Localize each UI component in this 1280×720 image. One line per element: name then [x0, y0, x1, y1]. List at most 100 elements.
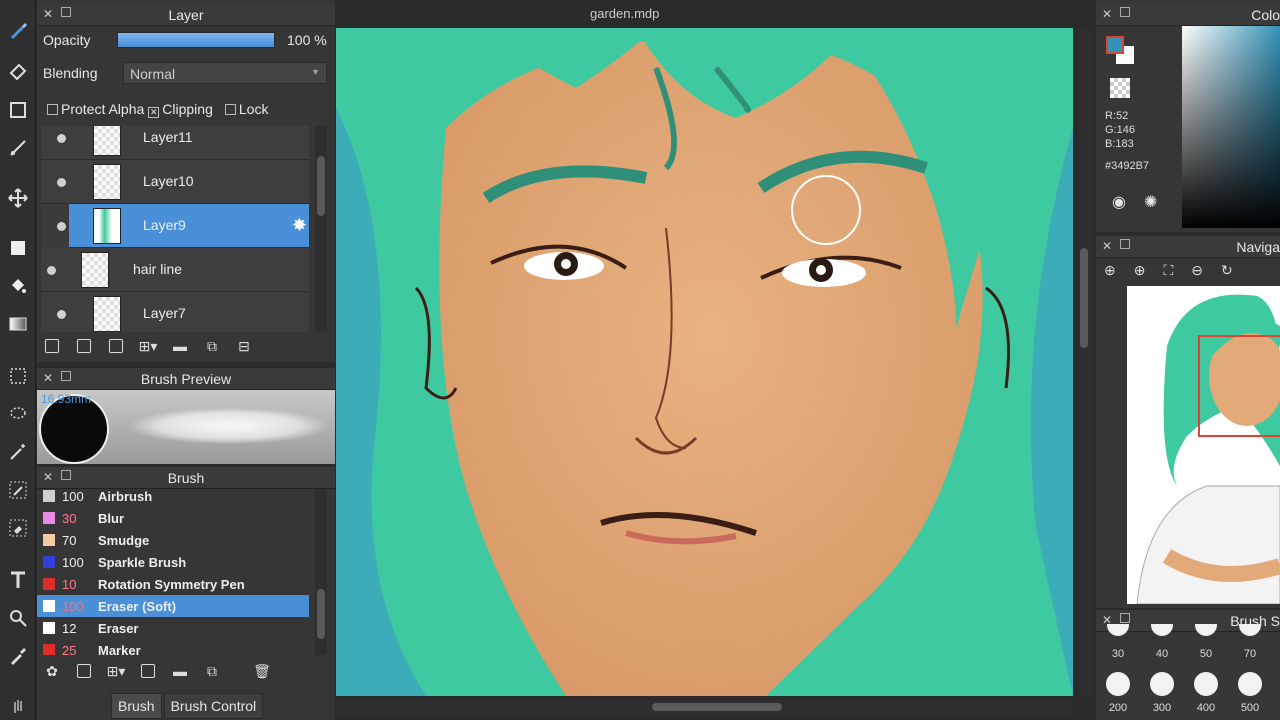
magic-wand-tool-icon[interactable]	[6, 440, 30, 464]
scroll-thumb[interactable]	[317, 589, 325, 639]
brush-size-option[interactable]	[1107, 624, 1129, 636]
trash-icon[interactable]: 🗑	[251, 660, 273, 682]
layer-panel: ✕ Layer Opacity 100 % Blending Normal ▼ …	[37, 0, 335, 362]
merge-layer-icon[interactable]: ⊟	[233, 335, 255, 357]
brush-size-option[interactable]	[1195, 624, 1217, 636]
canvas-vertical-scrollbar[interactable]	[1078, 28, 1090, 696]
brush-size-option[interactable]	[1151, 624, 1173, 636]
popout-icon[interactable]	[1120, 7, 1130, 17]
hand-tool-icon[interactable]	[6, 694, 30, 718]
tab-brush[interactable]: Brush	[111, 693, 162, 719]
visibility-icon[interactable]	[57, 134, 66, 143]
brush-item[interactable]: 70 Smudge	[37, 529, 309, 551]
tab-brush-control[interactable]: Brush Control	[163, 693, 264, 719]
new-8bit-layer-icon[interactable]	[73, 335, 95, 357]
brush-item[interactable]: 30 Blur	[37, 507, 309, 529]
brush-item[interactable]: 100 Sparkle Brush	[37, 551, 309, 573]
layer-row[interactable]: hair line	[41, 248, 309, 292]
brush-size-option[interactable]	[1238, 672, 1262, 696]
line-tool-icon[interactable]	[6, 136, 30, 160]
popout-icon[interactable]	[61, 371, 71, 381]
blending-select[interactable]: Normal ▼	[123, 62, 327, 84]
drawing-canvas[interactable]	[336, 28, 1073, 696]
bucket-tool-icon[interactable]	[6, 274, 30, 298]
palette-icon[interactable]: ◉	[1112, 192, 1126, 212]
zoom-fit-icon[interactable]: ⊕	[1104, 262, 1116, 279]
popout-icon[interactable]	[1120, 613, 1130, 623]
brush-scrollbar[interactable]	[315, 489, 327, 655]
layer-row[interactable]: Layer11	[41, 126, 309, 160]
add-layer-menu-icon[interactable]: ⊞▾	[137, 335, 159, 357]
lock-checkbox[interactable]: Lock	[224, 101, 268, 118]
visibility-icon[interactable]	[57, 222, 66, 231]
scroll-thumb[interactable]	[317, 156, 325, 216]
gear-icon[interactable]: ✸	[292, 215, 307, 236]
select-pen-tool-icon[interactable]	[6, 478, 30, 502]
text-tool-icon[interactable]	[6, 568, 30, 592]
brush-settings-icon[interactable]: ✿	[41, 660, 63, 682]
zoom-in-icon[interactable]: ⊕	[1134, 262, 1146, 279]
fill-rect-tool-icon[interactable]	[6, 236, 30, 260]
duplicate-layer-icon[interactable]: ⧉	[201, 335, 223, 357]
visibility-icon[interactable]	[57, 178, 66, 187]
brush-size-option[interactable]	[1194, 672, 1218, 696]
visibility-icon[interactable]	[47, 266, 56, 275]
new-layer-icon[interactable]	[41, 335, 63, 357]
brush-item[interactable]: 12 Eraser	[37, 617, 309, 639]
brush-size-option[interactable]	[1239, 624, 1261, 636]
lasso-tool-icon[interactable]	[6, 402, 30, 426]
brush-item[interactable]: 25 Marker	[37, 639, 309, 655]
clipping-checkbox[interactable]: ✕ Clipping	[148, 101, 213, 118]
protect-alpha-checkbox[interactable]: Protect Alpha	[47, 101, 144, 118]
add-brush-menu-icon[interactable]: ⊞▾	[105, 660, 127, 682]
layer-scrollbar[interactable]	[315, 126, 327, 332]
dotted-select-tool-icon[interactable]	[6, 364, 30, 388]
layer-panel-header: ✕ Layer	[37, 4, 335, 26]
move-tool-icon[interactable]	[6, 186, 30, 210]
eyedropper-tool-icon[interactable]	[6, 644, 30, 668]
green-value: G:146	[1105, 124, 1135, 136]
select-eraser-tool-icon[interactable]	[6, 516, 30, 540]
gradient-tool-icon[interactable]	[6, 312, 30, 336]
transparent-color-swatch[interactable]	[1110, 78, 1130, 98]
brush-item[interactable]: 100Eraser (Soft)✸	[37, 595, 309, 617]
folder-icon[interactable]: ▬	[169, 335, 191, 357]
opacity-slider[interactable]	[117, 32, 275, 48]
navigator-thumbnail[interactable]	[1127, 286, 1280, 604]
close-icon[interactable]: ✕	[1102, 239, 1112, 253]
visibility-icon[interactable]	[57, 310, 66, 319]
operation-tool-icon[interactable]	[6, 606, 30, 630]
layer-row[interactable]: Layer10	[41, 160, 309, 204]
brush-script-icon[interactable]	[137, 660, 159, 682]
hex-value: #3492B7	[1105, 160, 1150, 172]
close-icon[interactable]: ✕	[43, 371, 53, 385]
layer-row-selected[interactable]: Layer9 ✸	[57, 204, 309, 248]
brush-size-option[interactable]	[1106, 672, 1130, 696]
new-brush-icon[interactable]	[73, 660, 95, 682]
close-icon[interactable]: ✕	[1102, 7, 1112, 21]
rotate-icon[interactable]: ↻	[1221, 262, 1233, 279]
new-1bit-layer-icon[interactable]	[105, 335, 127, 357]
foreground-color-swatch[interactable]	[1106, 36, 1124, 54]
canvas-horizontal-scrollbar[interactable]	[336, 700, 1073, 714]
popout-icon[interactable]	[1120, 239, 1130, 249]
layer-row[interactable]: Layer7	[41, 292, 309, 332]
close-icon[interactable]: ✕	[43, 470, 53, 484]
popout-icon[interactable]	[61, 7, 71, 17]
close-icon[interactable]: ✕	[43, 7, 53, 21]
brush-item[interactable]: 100 Airbrush	[37, 489, 309, 507]
scroll-thumb[interactable]	[652, 703, 782, 711]
eraser-tool-icon[interactable]	[6, 58, 30, 82]
rect-select-tool-icon[interactable]	[6, 98, 30, 122]
folder-icon[interactable]: ▬	[169, 660, 191, 682]
brush-size-option[interactable]	[1150, 672, 1174, 696]
zoom-out-icon[interactable]: ⊖	[1191, 262, 1203, 279]
color-picker-field[interactable]	[1182, 26, 1280, 228]
brush-item[interactable]: 10 Rotation Symmetry Pen	[37, 573, 309, 595]
color-wheel-icon[interactable]: ✺	[1144, 192, 1157, 212]
scroll-thumb[interactable]	[1080, 248, 1088, 348]
brush-tool-icon[interactable]	[6, 18, 30, 42]
duplicate-brush-icon[interactable]: ⧉	[201, 660, 223, 682]
fit-window-icon[interactable]: ⛶	[1163, 262, 1173, 279]
popout-icon[interactable]	[61, 470, 71, 480]
